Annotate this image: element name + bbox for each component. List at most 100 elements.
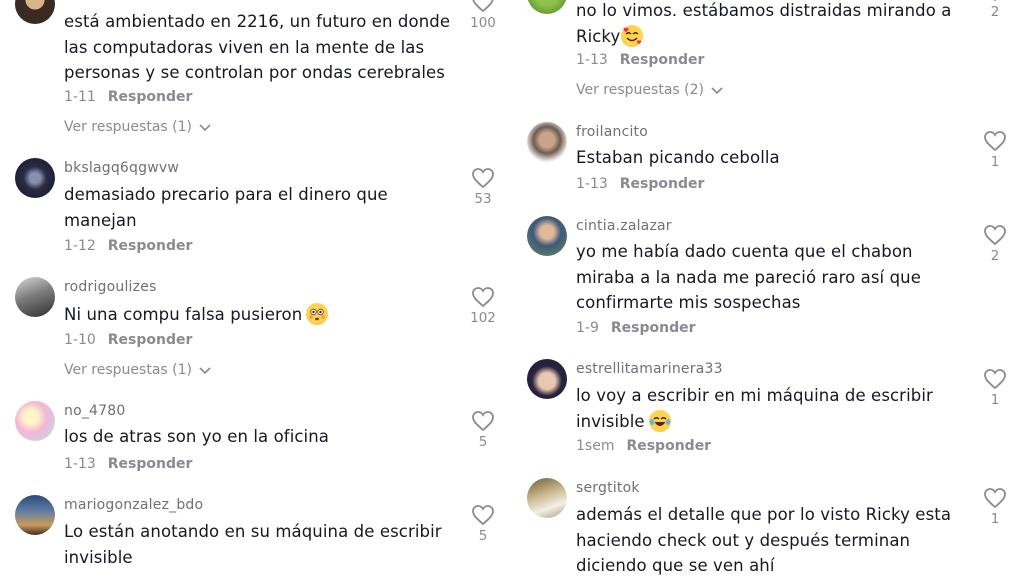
like-count: 1: [990, 392, 1000, 408]
avatar[interactable]: [15, 277, 55, 317]
comment-date: 1-11: [64, 89, 96, 105]
comment-date: 1-13: [64, 456, 96, 472]
like-button[interactable]: 5: [463, 504, 503, 544]
like-button[interactable]: 1: [975, 130, 1015, 170]
comments-column-right: no lo vimos. estábamos distraidas mirand…: [512, 0, 1024, 576]
comment-meta: 1-12 Responder: [64, 238, 192, 254]
reply-button[interactable]: Responder: [626, 438, 711, 454]
like-button[interactable]: 102: [463, 286, 503, 326]
reply-button[interactable]: Responder: [611, 320, 696, 336]
avatar[interactable]: [15, 0, 55, 24]
comment-text: además el detalle que por lo visto Ricky…: [576, 505, 952, 575]
chevron-down-icon: [199, 367, 212, 375]
comment-meta: 1-11 Responder: [64, 89, 192, 105]
heart-icon: [984, 225, 1006, 246]
reply-button[interactable]: Responder: [620, 52, 705, 68]
comment-meta: 1-13 Responder: [576, 52, 704, 68]
like-button[interactable]: 100: [463, 0, 503, 31]
view-replies-label: Ver respuestas (1): [64, 119, 192, 135]
comment-meta: 1-13 Responder: [576, 176, 704, 192]
avatar[interactable]: [527, 478, 567, 518]
like-count: 1: [990, 154, 1000, 170]
comment-text-line: Ricky: [576, 26, 621, 46]
reply-button[interactable]: Responder: [108, 456, 193, 472]
like-count: 1: [990, 511, 1000, 527]
comment-text: está ambientado en 2216, un futuro en do…: [64, 12, 451, 82]
avatar[interactable]: [527, 216, 567, 256]
heart-icon: [984, 369, 1006, 390]
comment-date: 1-12: [64, 238, 96, 254]
comment-text: Estaban picando cebolla: [576, 148, 780, 167]
like-button[interactable]: 2: [975, 0, 1015, 20]
comment-date: 1-13: [576, 176, 608, 192]
comment-text: los de atras son yo en la oficina: [64, 427, 330, 446]
comment-username[interactable]: no_4780: [64, 403, 125, 419]
chevron-down-icon: [199, 124, 212, 132]
reply-button[interactable]: Responder: [108, 332, 193, 348]
tears-of-joy-emoji: [648, 409, 671, 432]
comment-text: lo voy a escribir en mi máquina de escri…: [576, 383, 936, 434]
avatar[interactable]: [15, 401, 55, 441]
comment-text: Lo están anotando en su máquina de escri…: [64, 522, 442, 567]
like-button[interactable]: 53: [463, 167, 503, 207]
comment-text: demasiado precario para el dinero que ma…: [64, 185, 388, 230]
view-replies-button[interactable]: Ver respuestas (1): [64, 362, 212, 378]
comment-text-line: no lo vimos. estábamos distraidas mirand…: [576, 1, 952, 20]
comment-username[interactable]: bkslagq6qgwvw: [64, 160, 179, 176]
comment-meta: 1-10 Responder: [64, 332, 192, 348]
heart-icon: [472, 411, 494, 432]
heart-icon: [472, 0, 494, 13]
like-count: 5: [478, 434, 488, 450]
avatar[interactable]: [527, 0, 567, 14]
avatar[interactable]: [527, 359, 567, 399]
comment-text: no lo vimos. estábamos distraidas mirand…: [576, 0, 976, 49]
view-replies-label: Ver respuestas (1): [64, 362, 192, 378]
smiling-face-with-hearts-emoji: [621, 24, 644, 47]
comment-date: 1-10: [64, 332, 96, 348]
chevron-down-icon: [711, 87, 724, 95]
heart-icon: [472, 287, 494, 308]
comment-username[interactable]: rodrigoulizes: [64, 279, 157, 295]
reply-button[interactable]: Responder: [108, 89, 193, 105]
view-replies-label: Ver respuestas (2): [576, 82, 704, 98]
comments-column-left: está ambientado en 2216, un futuro en do…: [0, 0, 512, 576]
like-button[interactable]: 1: [975, 487, 1015, 527]
reply-button[interactable]: Responder: [620, 176, 705, 192]
like-count: 2: [990, 4, 1000, 20]
avatar[interactable]: [15, 495, 55, 535]
comment-date: 1-9: [576, 320, 599, 336]
comment-username[interactable]: sergtitok: [576, 480, 640, 496]
like-button[interactable]: 2: [975, 224, 1015, 264]
like-button[interactable]: 5: [463, 410, 503, 450]
heart-icon: [472, 168, 494, 189]
comment-date: 1sem: [576, 438, 615, 454]
like-count: 5: [478, 528, 488, 544]
heart-icon: [984, 488, 1006, 509]
comment-date: 1-13: [576, 52, 608, 68]
comment-username[interactable]: froilancito: [576, 124, 648, 140]
comment-text: Ni una compu falsa pusieron: [64, 302, 464, 328]
heart-icon: [984, 131, 1006, 152]
comment-meta: 1-13 Responder: [64, 456, 192, 472]
like-count: 100: [470, 15, 496, 31]
like-count: 53: [474, 191, 492, 207]
view-replies-button[interactable]: Ver respuestas (1): [64, 119, 212, 135]
comment-meta: 1sem Responder: [576, 438, 711, 454]
comment-username[interactable]: cintia.zalazar: [576, 218, 672, 234]
heart-icon: [993, 0, 997, 2]
like-count: 2: [990, 248, 1000, 264]
like-count: 102: [470, 310, 496, 326]
comment-text-content: lo voy a escribir en mi máquina de escri…: [576, 386, 933, 431]
view-replies-button[interactable]: Ver respuestas (2): [576, 82, 724, 98]
comment-username[interactable]: estrellitamarinera33: [576, 361, 723, 377]
comment-meta: 1-9 Responder: [576, 320, 696, 336]
heart-icon: [472, 505, 494, 526]
comment-text: yo me había dado cuenta que el chabon mi…: [576, 242, 921, 312]
comment-username[interactable]: mariogonzalez_bdo: [64, 497, 203, 513]
flushed-face-emoji: [306, 303, 329, 325]
avatar[interactable]: [15, 158, 55, 198]
comment-text-content: Ni una compu falsa pusieron: [64, 305, 303, 324]
reply-button[interactable]: Responder: [108, 238, 193, 254]
avatar[interactable]: [527, 122, 567, 162]
like-button[interactable]: 1: [975, 368, 1015, 408]
